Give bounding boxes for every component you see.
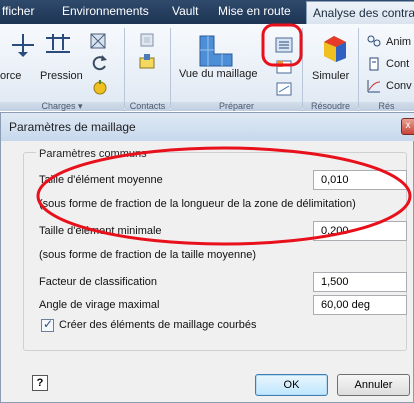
annotation-overlay xyxy=(36,23,412,246)
highlight-ellipse-annotation xyxy=(36,146,412,246)
highlight-box-annotation xyxy=(261,23,303,67)
